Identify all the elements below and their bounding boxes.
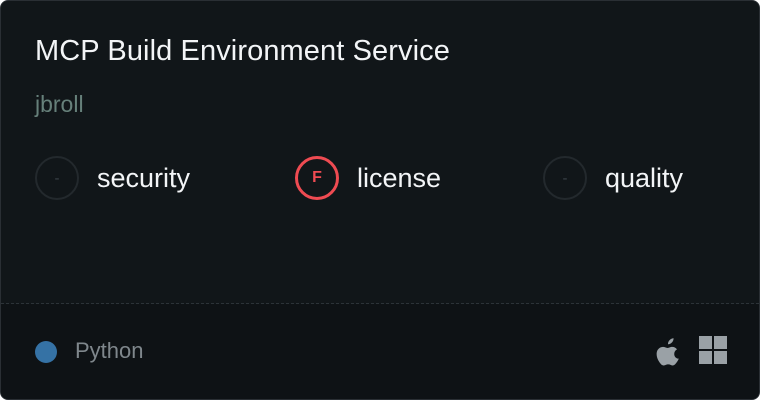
card-title[interactable]: MCP Build Environment Service: [35, 35, 450, 68]
security-grade-badge: -: [35, 156, 79, 200]
license-grade-badge: F: [295, 156, 339, 200]
language-color-dot: [35, 341, 57, 363]
windows-icon: [699, 336, 727, 364]
security-label: security: [97, 162, 191, 193]
metric-quality: - quality: [543, 154, 683, 202]
metric-security: - security: [35, 154, 190, 202]
card-author[interactable]: jbroll: [35, 91, 84, 118]
license-label: license: [357, 162, 442, 193]
quality-label: quality: [605, 162, 684, 193]
language-label: Python: [75, 338, 144, 363]
metric-license: F license: [295, 154, 441, 202]
server-card[interactable]: MCP Build Environment Service jbroll - s…: [0, 0, 760, 400]
apple-icon: [656, 338, 679, 366]
quality-grade-badge: -: [543, 156, 587, 200]
